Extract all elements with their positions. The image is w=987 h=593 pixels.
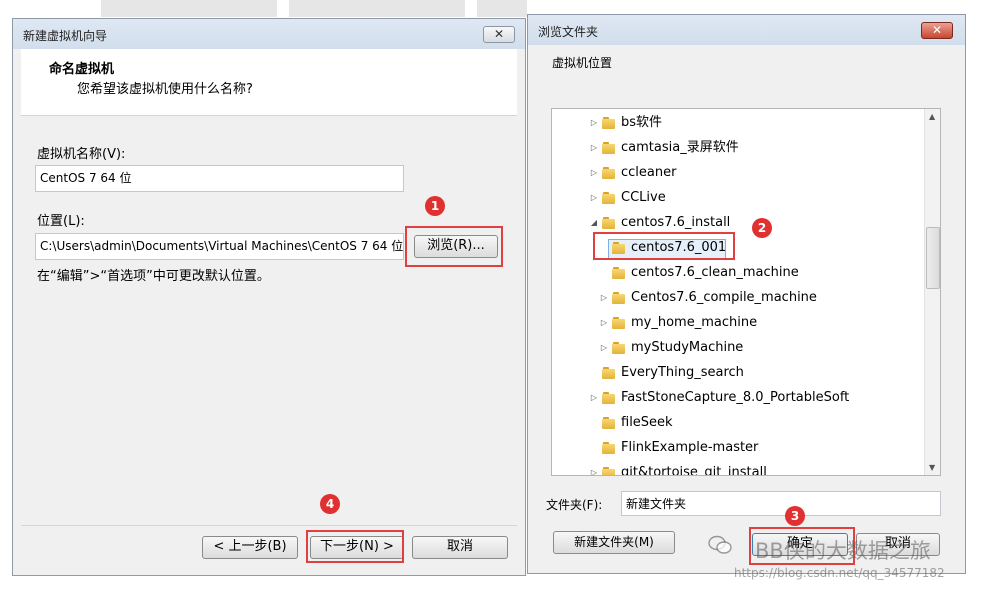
tree-item[interactable]: ▷ ccleaner xyxy=(552,163,922,183)
expand-arrow-icon[interactable]: ▷ xyxy=(599,338,609,358)
tree-item-label: my_home_machine xyxy=(631,315,758,330)
tree-scrollbar[interactable]: ▲ ▼ xyxy=(924,109,940,475)
tree-item[interactable]: centos7.6_clean_machine xyxy=(552,263,922,283)
wizard-title: 新建虚拟机向导 xyxy=(23,29,108,43)
new-vm-wizard-window: 新建虚拟机向导 ✕ 命名虚拟机 您希望该虚拟机使用什么名称? 虚拟机名称(V):… xyxy=(12,18,526,576)
tree-item[interactable]: ▷ my_home_machine xyxy=(552,313,922,333)
tree-item-label: CCLive xyxy=(621,190,666,205)
step-badge-2: 2 xyxy=(752,218,772,238)
location-input[interactable]: C:\Users\admin\Documents\Virtual Machine… xyxy=(35,233,404,260)
folder-icon xyxy=(602,416,616,430)
highlight-selected-folder xyxy=(593,232,735,260)
wechat-icon xyxy=(708,535,732,555)
wizard-header-panel: 命名虚拟机 您希望该虚拟机使用什么名称? xyxy=(21,49,517,116)
tree-item-label: FastStoneCapture_8.0_PortableSoft xyxy=(621,390,850,405)
tree-item-label: ccleaner xyxy=(621,165,677,180)
folder-icon xyxy=(602,216,616,230)
tree-item[interactable]: ▷ FastStoneCapture_8.0_PortableSoft xyxy=(552,388,922,408)
folder-icon xyxy=(602,366,616,380)
step-badge-1: 1 xyxy=(425,196,445,216)
background-tile xyxy=(101,0,277,17)
step-badge-3: 3 xyxy=(785,506,805,526)
expand-arrow-icon[interactable]: ▷ xyxy=(589,188,599,208)
folder-icon xyxy=(612,266,626,280)
tree-item[interactable]: ▷ bs软件 xyxy=(552,113,922,133)
folder-icon xyxy=(602,391,616,405)
tree-item-label: centos7.6_clean_machine xyxy=(631,265,799,280)
folder-icon xyxy=(602,166,616,180)
folder-icon xyxy=(602,141,616,155)
tree-item[interactable]: ▷ git&tortoise_git_install xyxy=(552,463,922,476)
scroll-thumb[interactable] xyxy=(926,227,940,289)
tree-item-label: centos7.6_install xyxy=(621,215,731,230)
folder-icon xyxy=(602,191,616,205)
vm-name-label: 虚拟机名称(V): xyxy=(37,147,126,162)
wizard-close-button[interactable]: ✕ xyxy=(483,26,515,43)
folder-tree[interactable]: ▷ bs软件 ▷ camtasia_录屏软件 ▷ ccleaner ▷ CCLive ◢ cent… xyxy=(551,108,941,476)
footer-separator xyxy=(21,525,517,526)
folder-label: 文件夹(F): xyxy=(546,498,603,512)
step-badge-4: 4 xyxy=(320,494,340,514)
page-subtitle: 您希望该虚拟机使用什么名称? xyxy=(77,82,253,97)
cancel-button[interactable]: 取消 xyxy=(412,536,508,559)
folder-icon xyxy=(602,466,616,475)
highlight-next-button xyxy=(306,530,404,563)
back-button[interactable]: < 上一步(B) xyxy=(202,536,298,559)
background-tile xyxy=(477,0,527,17)
expand-arrow-icon[interactable]: ▷ xyxy=(599,313,609,333)
scroll-down-arrow-icon[interactable]: ▼ xyxy=(929,463,935,472)
folder-icon xyxy=(612,341,626,355)
expand-arrow-icon[interactable]: ▷ xyxy=(589,388,599,408)
folder-icon xyxy=(602,116,616,130)
expand-arrow-icon[interactable]: ▷ xyxy=(589,113,599,133)
browse-titlebar[interactable]: 浏览文件夹 ✕ xyxy=(528,15,965,45)
browse-subtitle: 虚拟机位置 xyxy=(552,56,613,70)
wizard-titlebar[interactable]: 新建虚拟机向导 ✕ xyxy=(13,19,525,49)
watermark-url: https://blog.csdn.net/qq_34577182 xyxy=(734,566,945,580)
expand-arrow-icon[interactable]: ▷ xyxy=(599,288,609,308)
collapse-arrow-icon[interactable]: ◢ xyxy=(589,213,599,233)
tree-item[interactable]: ▷ camtasia_录屏软件 xyxy=(552,138,922,158)
tree-item[interactable]: FlinkExample-master xyxy=(552,438,922,458)
expand-arrow-icon[interactable]: ▷ xyxy=(589,138,599,158)
location-hint: 在“编辑”>“首选项”中可更改默认位置。 xyxy=(37,269,270,284)
folder-icon xyxy=(602,441,616,455)
tree-item[interactable]: ▷ Centos7.6_compile_machine xyxy=(552,288,922,308)
tree-item-label: FlinkExample-master xyxy=(621,440,759,455)
folder-icon xyxy=(612,316,626,330)
expand-arrow-icon[interactable]: ▷ xyxy=(589,463,599,475)
tree-item-label: git&tortoise_git_install xyxy=(621,465,767,476)
tree-item[interactable]: ◢ centos7.6_install xyxy=(552,213,922,233)
expand-arrow-icon[interactable]: ▷ xyxy=(589,163,599,183)
folder-icon xyxy=(612,291,626,305)
page-title: 命名虚拟机 xyxy=(49,62,115,77)
tree-item-label: EveryThing_search xyxy=(621,365,744,380)
tree-item-label: myStudyMachine xyxy=(631,340,744,355)
folder-input[interactable]: 新建文件夹 xyxy=(621,491,941,516)
tree-item-label: camtasia_录屏软件 xyxy=(621,140,739,155)
tree-item-label: Centos7.6_compile_machine xyxy=(631,290,817,305)
background-tile xyxy=(289,0,465,17)
tree-item-label: fileSeek xyxy=(621,415,673,430)
tree-item[interactable]: ▷ myStudyMachine xyxy=(552,338,922,358)
tree-item[interactable]: ▷ CCLive xyxy=(552,188,922,208)
location-label: 位置(L): xyxy=(37,214,85,229)
scroll-up-arrow-icon[interactable]: ▲ xyxy=(929,112,935,121)
tree-item[interactable]: fileSeek xyxy=(552,413,922,433)
watermark-brand: BB侠的大数据之旅 xyxy=(755,539,931,563)
vm-name-input[interactable]: CentOS 7 64 位 xyxy=(35,165,404,192)
tree-item-label: bs软件 xyxy=(621,115,663,130)
tree-item[interactable]: EveryThing_search xyxy=(552,363,922,383)
new-folder-button[interactable]: 新建文件夹(M) xyxy=(553,531,675,554)
browse-title: 浏览文件夹 xyxy=(538,25,599,39)
browse-folder-dialog: 浏览文件夹 ✕ 虚拟机位置 ▷ bs软件 ▷ camtasia_录屏软件 ▷ cclean… xyxy=(527,14,966,574)
browse-close-button[interactable]: ✕ xyxy=(921,22,953,39)
highlight-browse-button xyxy=(405,226,503,267)
